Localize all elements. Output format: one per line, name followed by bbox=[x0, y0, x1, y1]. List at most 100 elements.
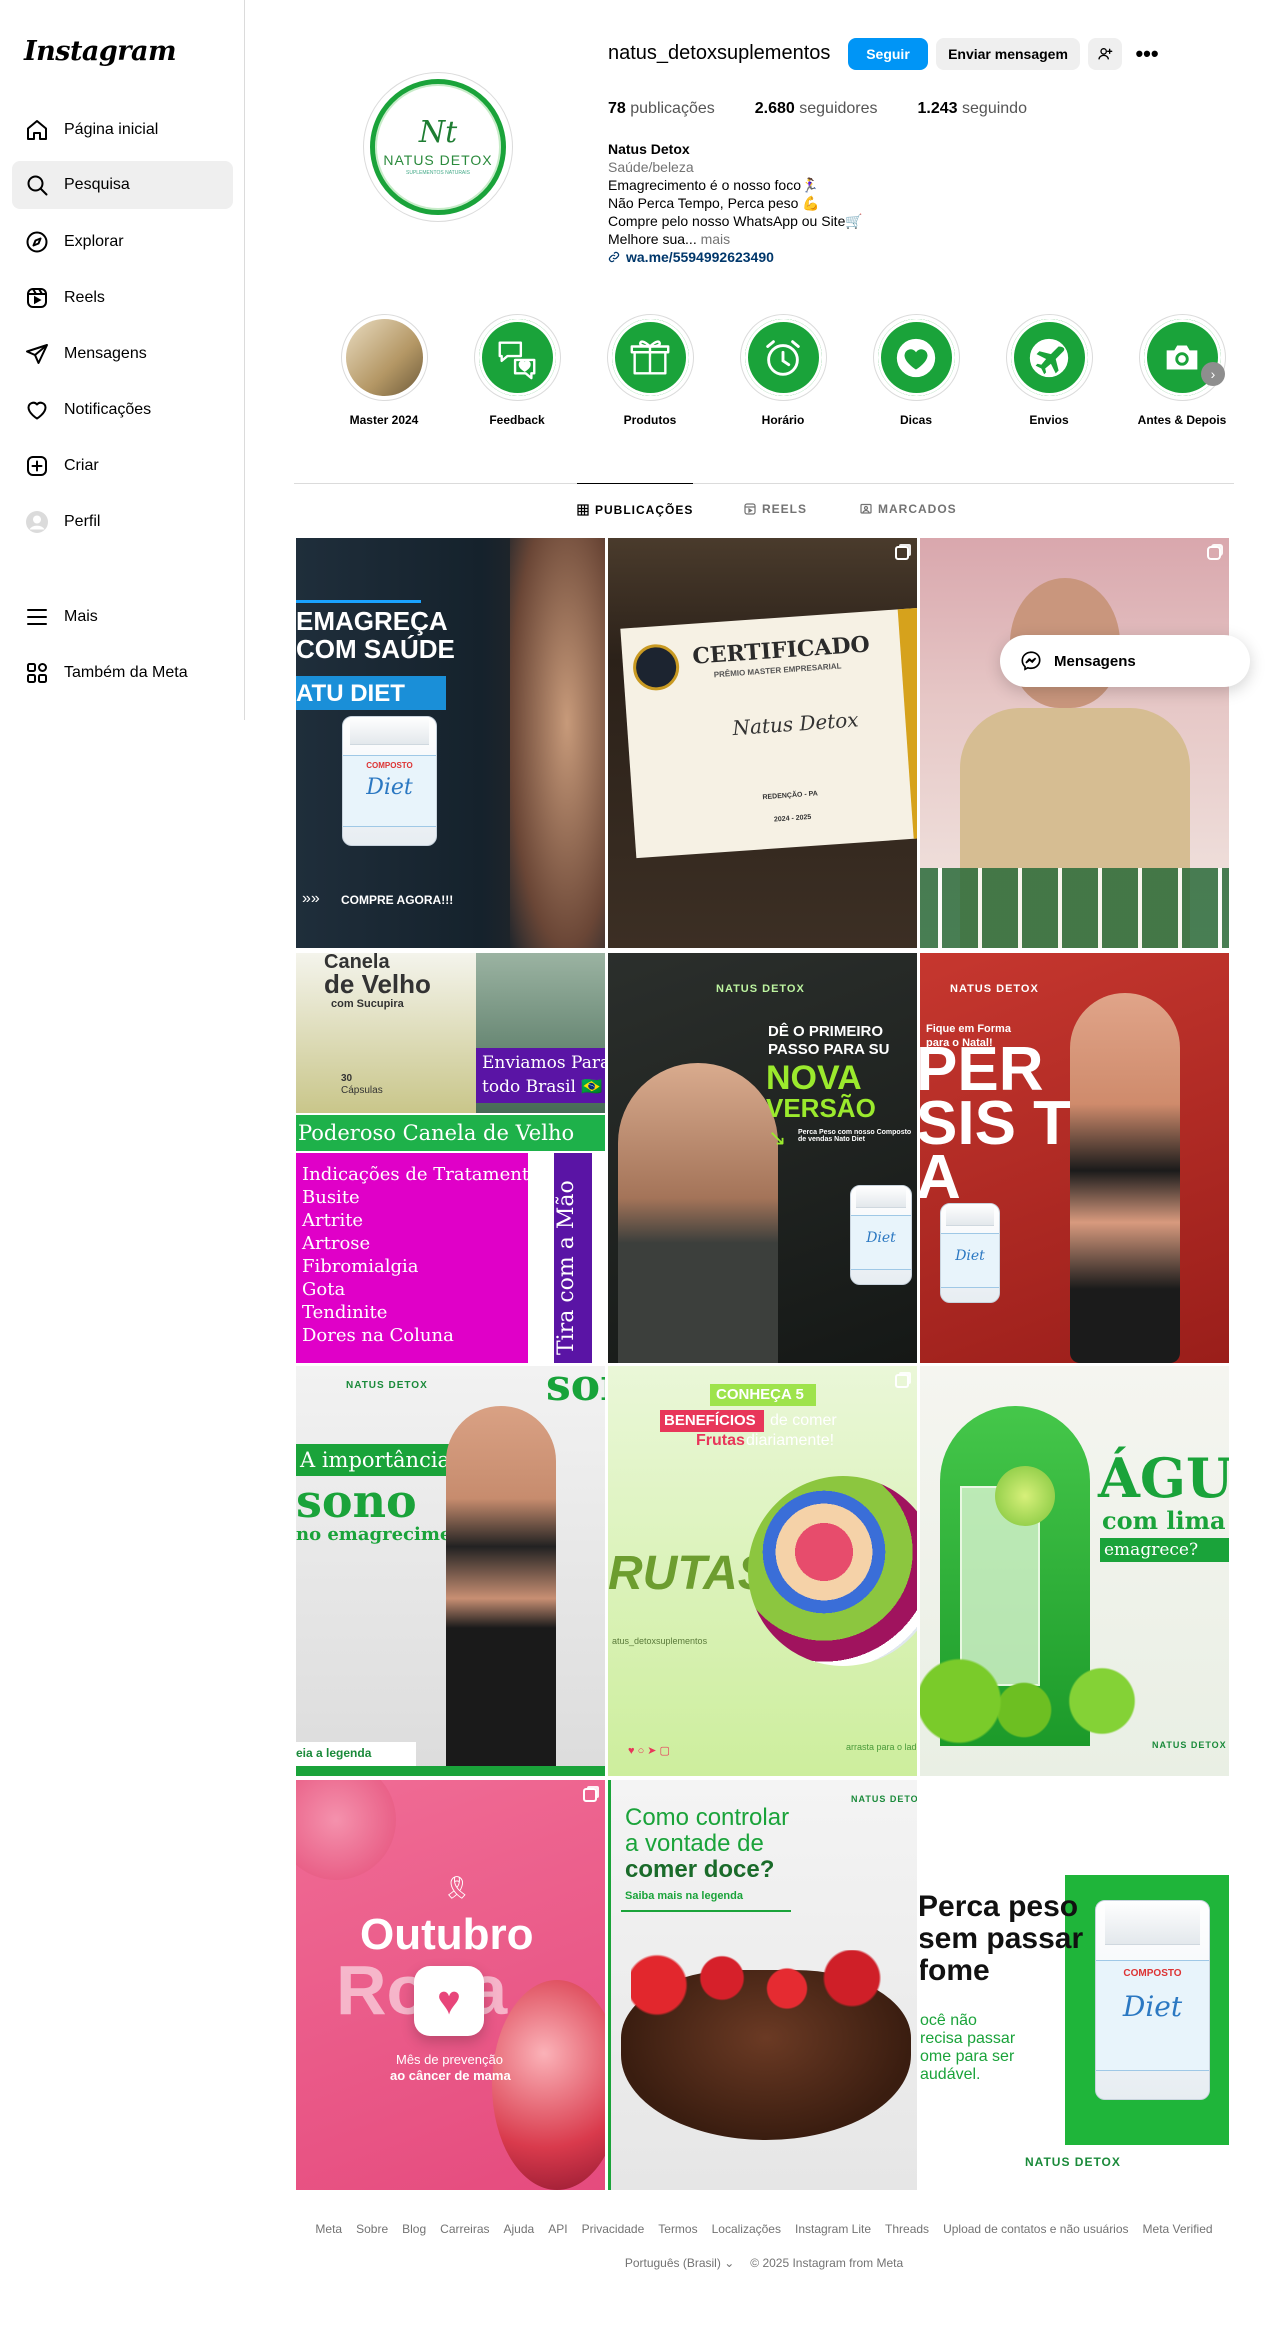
reels-icon bbox=[744, 503, 756, 515]
reels-icon bbox=[24, 285, 50, 311]
post-tile[interactable]: NATUS DETOX son A importância do sono no… bbox=[296, 1366, 605, 1776]
sidebar-item-notifications[interactable]: Notificações bbox=[12, 386, 233, 434]
profile-bio: Natus Detox Saúde/beleza Emagrecimento é… bbox=[608, 140, 863, 266]
more-options-button[interactable]: ••• bbox=[1130, 38, 1164, 70]
sidebar-item-messages[interactable]: Mensagens bbox=[12, 330, 233, 378]
sidebar-item-meta[interactable]: Também da Meta bbox=[12, 649, 233, 697]
highlight-dicas[interactable]: Dicas bbox=[868, 314, 964, 427]
chevron-down-icon: ⌄ bbox=[724, 2256, 735, 2270]
highlights-next-button[interactable]: › bbox=[1201, 362, 1225, 386]
post-photo-person bbox=[618, 1063, 778, 1363]
tab-marcados[interactable]: MARCADOS bbox=[860, 483, 957, 535]
fruit-bowl-image bbox=[748, 1476, 917, 1666]
sidebar-item-more[interactable]: Mais bbox=[12, 593, 233, 641]
avatar-logo: Nt NATUS DETOX SUPLEMENTOS NATURAIS bbox=[370, 79, 506, 215]
product-jar: Diet bbox=[850, 1185, 912, 1285]
heart-icon bbox=[896, 338, 936, 377]
following-stat[interactable]: 1.243 seguindo bbox=[918, 100, 1027, 118]
footer-link[interactable]: Carreiras bbox=[440, 2222, 489, 2236]
highlight-produtos[interactable]: Produtos bbox=[602, 314, 698, 427]
search-icon bbox=[24, 172, 50, 198]
sidebar-item-explore[interactable]: Explorar bbox=[12, 218, 233, 266]
post-tile[interactable]: Perca peso sem passar fome ocê não recis… bbox=[920, 1780, 1229, 2190]
grid-icon bbox=[577, 503, 589, 516]
chevron-right-icon: › bbox=[1210, 366, 1216, 382]
follow-button[interactable]: Seguir bbox=[848, 38, 928, 70]
bio-line: Não Perca Tempo, Perca peso 💪 bbox=[608, 195, 820, 211]
footer-link[interactable]: Meta bbox=[315, 2222, 342, 2236]
post-tile[interactable]: NATUS DETOX Fique em Forma para o Natal!… bbox=[920, 953, 1229, 1363]
sidebar-item-home[interactable]: Página inicial bbox=[12, 106, 233, 154]
multi-post-icon bbox=[583, 1788, 597, 1802]
footer-link[interactable]: Sobre bbox=[356, 2222, 388, 2236]
tag-icon bbox=[860, 503, 872, 514]
post-tile[interactable]: 🎗 Outubro Rosa ♥ Mês de prevenção ao cân… bbox=[296, 1780, 605, 2190]
compass-icon bbox=[24, 229, 50, 255]
sidebar-item-label: Também da Meta bbox=[64, 664, 188, 681]
tab-reels[interactable]: REELS bbox=[744, 483, 807, 535]
meta-apps-icon bbox=[24, 660, 50, 686]
posts-stat: 78 publicações bbox=[608, 100, 715, 117]
footer-link[interactable]: Instagram Lite bbox=[795, 2222, 871, 2236]
tab-publicacoes[interactable]: PUBLICAÇÕES bbox=[577, 483, 694, 535]
sidebar-item-search[interactable]: Pesquisa bbox=[12, 161, 233, 209]
suggest-user-button[interactable] bbox=[1088, 38, 1122, 70]
send-message-button[interactable]: Enviar mensagem bbox=[936, 38, 1080, 70]
post-tile[interactable]: NATUS DETOX Como controlar a vontade de … bbox=[608, 1780, 917, 2190]
sidebar-item-profile[interactable]: Perfil bbox=[12, 498, 233, 546]
sidebar-item-create[interactable]: Criar bbox=[12, 442, 233, 490]
multi-post-icon bbox=[895, 546, 909, 560]
footer-link[interactable]: Localizações bbox=[712, 2222, 781, 2236]
ribbon-icon: 🎗 bbox=[443, 1875, 471, 1900]
multi-post-icon bbox=[895, 1374, 909, 1388]
reel-icon bbox=[1207, 546, 1221, 560]
floating-messages-button[interactable]: Mensagens bbox=[1000, 635, 1250, 687]
post-photo bbox=[510, 538, 605, 948]
bio-more-link[interactable]: mais bbox=[701, 231, 731, 247]
language-selector[interactable]: Português (Brasil) ⌄ bbox=[625, 2256, 734, 2270]
alarm-clock-icon bbox=[766, 339, 800, 376]
footer-link[interactable]: Privacidade bbox=[582, 2222, 645, 2236]
bio-link[interactable]: wa.me/5594992623490 bbox=[608, 248, 863, 266]
plus-square-icon bbox=[24, 453, 50, 479]
product-jar: COMPOSTO Diet bbox=[1095, 1900, 1210, 2100]
link-icon bbox=[608, 251, 620, 263]
sidebar-item-label: Pesquisa bbox=[64, 176, 130, 193]
post-tile[interactable]: ÁGU com lima emagrece? NATUS DETOX bbox=[920, 1366, 1229, 1776]
post-tile[interactable] bbox=[920, 538, 1229, 948]
footer-link[interactable]: Threads bbox=[885, 2222, 929, 2236]
sidebar-item-reels[interactable]: Reels bbox=[12, 274, 233, 322]
product-jar: COMPOSTO Diet bbox=[342, 716, 437, 846]
footer-link[interactable]: Meta Verified bbox=[1143, 2222, 1213, 2236]
sidebar-item-label: Explorar bbox=[64, 233, 124, 250]
post-tile[interactable]: EMAGREÇA COM SAÚDE ATU DIET COMPOSTO Diet… bbox=[296, 538, 605, 948]
footer-bottom: Português (Brasil) ⌄ © 2025 Instagram fr… bbox=[294, 2256, 1234, 2270]
footer-link[interactable]: Blog bbox=[402, 2222, 426, 2236]
camera-icon bbox=[1166, 345, 1198, 369]
highlight-master-2024[interactable]: Master 2024 bbox=[336, 314, 432, 427]
certificate-photo bbox=[345, 319, 423, 396]
menu-icon bbox=[24, 604, 50, 630]
profile-avatar[interactable]: Nt NATUS DETOX SUPLEMENTOS NATURAIS bbox=[363, 72, 513, 222]
bio-category: Saúde/beleza bbox=[608, 159, 694, 175]
sidebar-item-label: Notificações bbox=[64, 401, 152, 418]
post-tile[interactable]: CONHEÇA 5 BENEFÍCIOS de comer Frutas dia… bbox=[608, 1366, 917, 1776]
profile-avatar bbox=[24, 509, 50, 535]
boxing-glove-image bbox=[492, 1980, 605, 2190]
post-tile[interactable]: Canela de Velho com Sucupira 30 Cápsulas… bbox=[296, 953, 605, 1363]
post-tile[interactable]: NATUS DETOX DÊ O PRIMEIRO PASSO PARA SU … bbox=[608, 953, 917, 1363]
sidebar: Instagram Página inicial Pesquisa Explor… bbox=[0, 0, 245, 720]
footer-link[interactable]: Ajuda bbox=[504, 2222, 535, 2236]
highlight-horario[interactable]: Horário bbox=[735, 314, 831, 427]
footer-link[interactable]: API bbox=[548, 2222, 567, 2236]
instagram-logo[interactable]: Instagram bbox=[24, 36, 177, 67]
home-icon bbox=[24, 117, 50, 143]
followers-stat[interactable]: 2.680 seguidores bbox=[755, 100, 878, 118]
profile-stats: 78 publicações 2.680 seguidores 1.243 se… bbox=[608, 100, 1027, 118]
footer-link[interactable]: Termos bbox=[658, 2222, 697, 2236]
sidebar-item-label: Perfil bbox=[64, 513, 101, 530]
post-tile[interactable]: CERTIFICADO PRÊMIO MASTER EMPRESARIAL Na… bbox=[608, 538, 917, 948]
highlight-envios[interactable]: Envios bbox=[1001, 314, 1097, 427]
highlight-feedback[interactable]: Feedback bbox=[469, 314, 565, 427]
footer-link[interactable]: Upload de contatos e não usuários bbox=[943, 2222, 1128, 2236]
